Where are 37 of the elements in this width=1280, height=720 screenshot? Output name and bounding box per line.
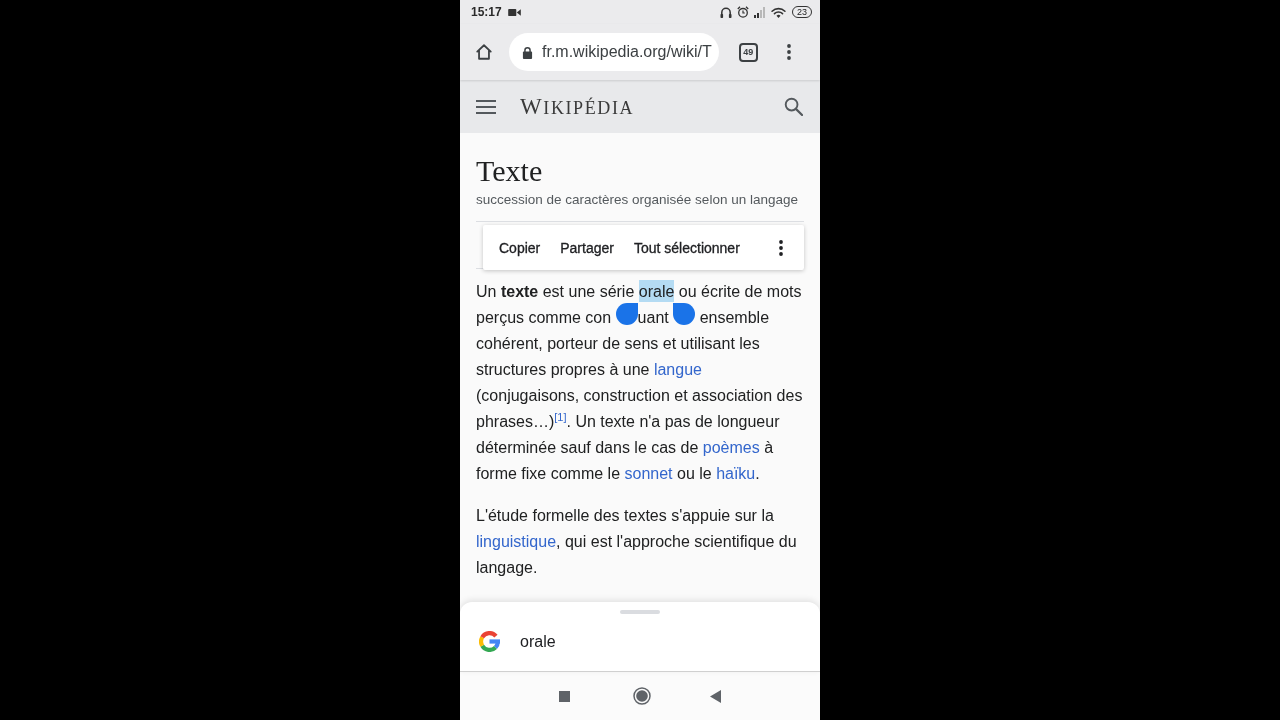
article-paragraph: Un texte est une série orale ou écrite de mots perçus comme con uant ensemble cohérent, porteur de sens et utilisant les structures propres à une langue (conjugaisons, construction et association des phrases…)$^{[1]}$. Un texte n'a pas de longueur déterminée sauf dans le cas de poèmes à forme fixe comme le sonnet ou le haïku. — [476, 279, 804, 487]
article-link[interactable]: poèmes — [702, 439, 760, 456]
search-query[interactable]: orale — [520, 632, 556, 651]
article-link[interactable]: linguistique — [476, 533, 557, 550]
more-options-icon[interactable] — [786, 44, 791, 60]
article-link[interactable]: langue — [653, 361, 702, 378]
video-camera-icon — [507, 7, 521, 17]
search-icon[interactable] — [784, 97, 803, 116]
circle-icon[interactable] — [633, 687, 651, 705]
reference-link[interactable]: [1] — [554, 411, 567, 423]
article-description: succession de caractères organisée selon un langage — [476, 191, 799, 209]
selected-text: orale — [638, 280, 675, 302]
context-menu-item[interactable]: Partager — [550, 225, 624, 270]
selection-handle[interactable] — [615, 303, 638, 325]
context-menu-item[interactable]: Tout sélectionner — [623, 225, 750, 270]
square-icon[interactable] — [559, 690, 570, 702]
tab-count-button[interactable]: 49 — [738, 42, 758, 62]
home-icon[interactable] — [475, 43, 493, 61]
selection-handle[interactable] — [673, 303, 696, 325]
context-menu-item[interactable]: Copier — [489, 225, 551, 270]
headset-icon — [720, 6, 732, 18]
site-logo[interactable]: WIKIPÉDIA — [520, 93, 635, 120]
article-title: Texte — [476, 153, 544, 189]
article-link[interactable]: haïku — [716, 465, 756, 482]
menu-icon[interactable] — [476, 99, 496, 114]
drag-handle[interactable] — [620, 610, 660, 614]
article-link[interactable]: sonnet — [624, 465, 673, 482]
wifi-icon — [771, 6, 786, 18]
alarm-clock-icon — [737, 6, 749, 18]
more-options-icon[interactable] — [779, 239, 783, 256]
lock-icon — [522, 45, 533, 59]
article-paragraph: L'étude formelle des textes s'appuie sur la linguistique, qui est l'approche scientifique du langage. — [476, 506, 798, 578]
status-time: 15:17 — [471, 5, 502, 19]
address-bar[interactable]: fr.m.wikipedia.org/wiki/T — [509, 33, 719, 71]
g-logo-icon — [479, 631, 500, 652]
signal-icon — [754, 6, 766, 18]
back-icon[interactable] — [710, 689, 721, 703]
